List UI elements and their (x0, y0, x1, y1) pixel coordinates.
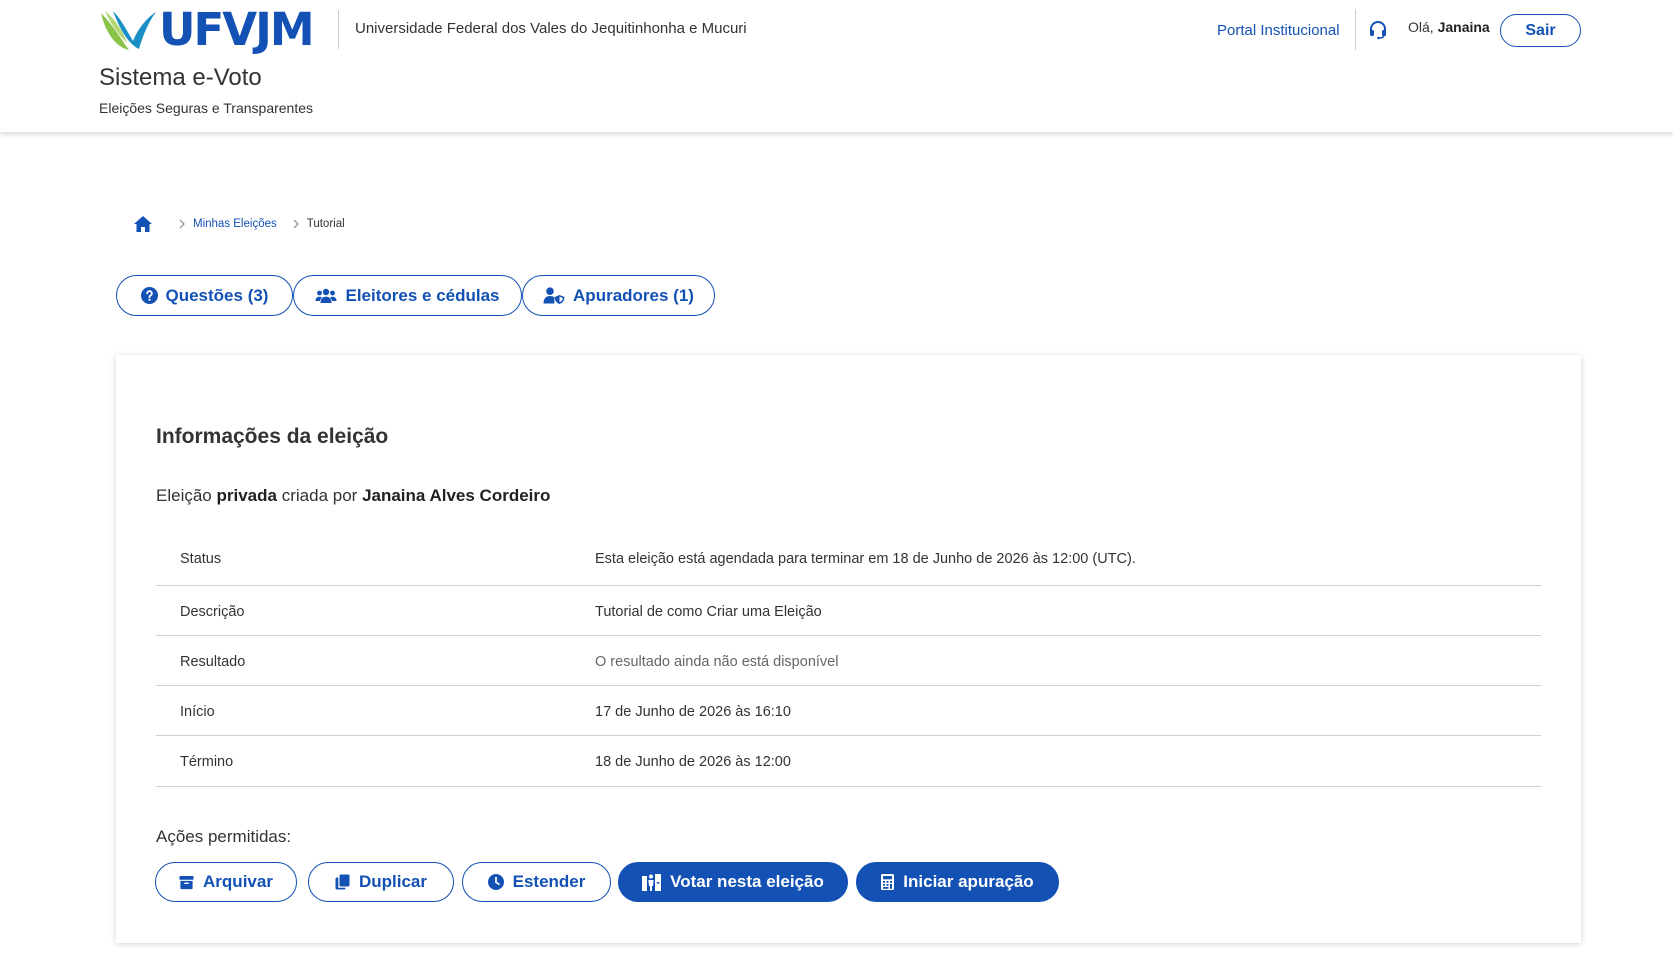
tab-eleitores-cedulas[interactable]: Eleitores e cédulas (293, 275, 522, 316)
calculator-icon (881, 874, 895, 890)
row-label: Início (180, 704, 215, 720)
table-row-resultado: Resultado O resultado ainda não está dis… (156, 636, 1541, 686)
tab-apuradores[interactable]: Apuradores (1) (522, 275, 715, 316)
user-shield-icon (543, 287, 565, 304)
table-row-termino: Término 18 de Junho de 2026 às 12:00 (156, 736, 1541, 787)
actions-title: Ações permitidas: (156, 827, 292, 846)
system-title: Sistema e-Voto (99, 64, 262, 91)
header-divider (338, 10, 339, 49)
vote-button[interactable]: Votar nesta eleição (618, 862, 848, 902)
chevron-right-icon (293, 219, 299, 229)
duplicate-button[interactable]: Duplicar (308, 862, 454, 902)
logo-wordmark: UFVJM (159, 3, 315, 56)
election-description-line: Eleição privada criada por Janaina Alves… (156, 486, 550, 506)
election-info-table: Status Esta eleição está agendada para t… (156, 533, 1541, 787)
tab-eleitores-label: Eleitores e cédulas (345, 285, 500, 305)
breadcrumb-minhas-eleicoes[interactable]: Minhas Eleições (193, 218, 277, 230)
row-label: Resultado (180, 654, 246, 670)
user-name: Janaina (1437, 19, 1490, 35)
question-circle-icon (140, 287, 158, 304)
extend-button[interactable]: Estender (462, 862, 611, 902)
user-greeting: Olá, Janaina (1408, 19, 1490, 35)
extend-label: Estender (512, 872, 586, 891)
desc-prefix: Eleição (156, 486, 212, 505)
row-label: Término (180, 754, 234, 770)
breadcrumb: Minhas Eleições Tutorial (133, 213, 345, 235)
university-name: Universidade Federal dos Vales do Jequit… (355, 20, 747, 37)
system-subtitle: Eleições Seguras e Transparentes (99, 100, 314, 116)
table-row-descricao: Descrição Tutorial de como Criar uma Ele… (156, 586, 1541, 636)
chevron-right-icon (179, 219, 185, 229)
start-count-label: Iniciar apuração (903, 872, 1034, 891)
home-icon[interactable] (133, 214, 153, 234)
row-value: O resultado ainda não está disponível (595, 654, 839, 670)
table-row-status: Status Esta eleição está agendada para t… (156, 533, 1541, 586)
tab-apuradores-label: Apuradores (1) (573, 285, 694, 305)
vote-label: Votar nesta eleição (670, 872, 824, 891)
ufvjm-logo[interactable]: UFVJM (99, 3, 315, 56)
greeting-prefix: Olá, (1408, 19, 1434, 35)
row-value: Tutorial de como Criar uma Eleição (595, 604, 822, 620)
archive-icon (179, 875, 194, 889)
row-value: 17 de Junho de 2026 às 16:10 (595, 704, 791, 720)
table-row-inicio: Início 17 de Junho de 2026 às 16:10 (156, 686, 1541, 736)
breadcrumb-current: Tutorial (306, 218, 345, 230)
section-title: Informações da eleição (156, 425, 389, 448)
row-value: Esta eleição está agendada para terminar… (595, 551, 1136, 567)
start-count-button[interactable]: Iniciar apuração (856, 862, 1059, 902)
copy-icon (335, 874, 350, 890)
person-booth-icon (642, 873, 662, 891)
duplicate-label: Duplicar (358, 872, 428, 891)
election-visibility: privada (216, 486, 277, 505)
desc-middle: criada por (281, 486, 358, 505)
row-label: Descrição (180, 604, 245, 620)
logout-button[interactable]: Sair (1500, 14, 1581, 47)
election-creator: Janaina Alves Cordeiro (362, 486, 551, 505)
logo-leaf-icon (101, 11, 156, 50)
tab-questoes[interactable]: Questões (3) (116, 275, 293, 316)
users-icon (315, 288, 337, 303)
archive-button[interactable]: Arquivar (155, 862, 297, 902)
archive-label: Arquivar (203, 872, 273, 891)
tab-questoes-label: Questões (3) (165, 285, 269, 305)
portal-institucional-link[interactable]: Portal Institucional (1217, 22, 1340, 39)
headset-icon[interactable] (1368, 20, 1388, 40)
row-label: Status (180, 551, 222, 567)
site-header: UFVJM Universidade Federal dos Vales do … (0, 0, 1673, 133)
header-divider-right (1355, 9, 1356, 50)
clock-icon (487, 874, 504, 890)
election-info-card: Informações da eleição Eleição privada c… (116, 355, 1581, 943)
row-value: 18 de Junho de 2026 às 12:00 (595, 754, 791, 770)
